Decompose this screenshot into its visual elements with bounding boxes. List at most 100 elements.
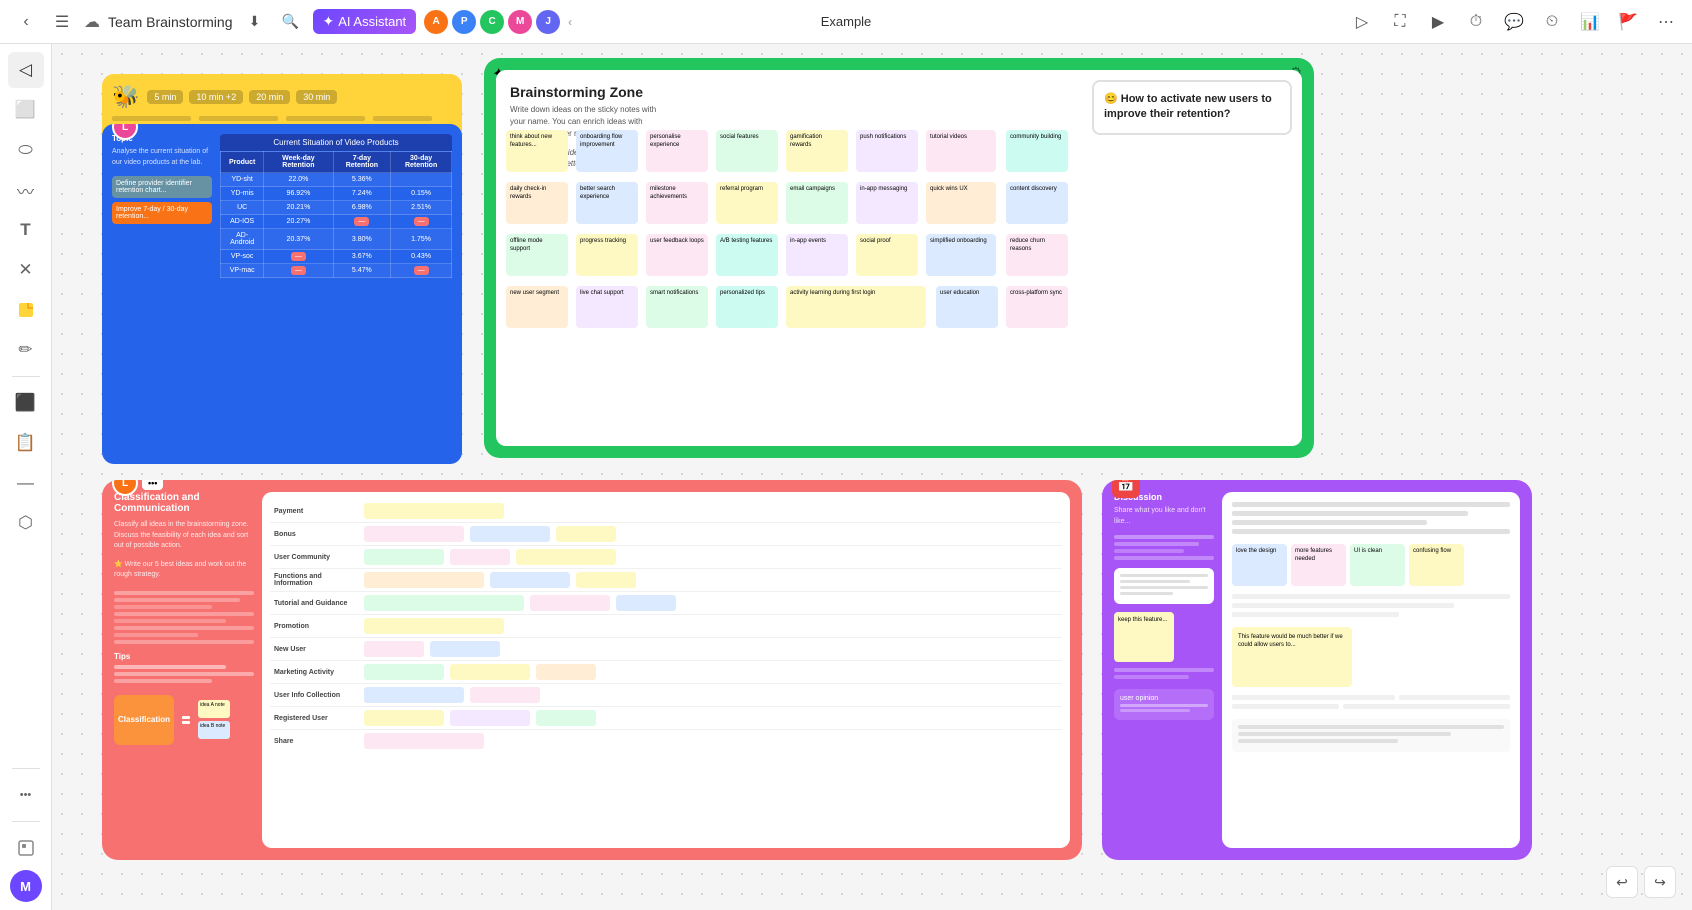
sticky-19: user feedback loops xyxy=(646,234,708,276)
sidebar-user-avatar[interactable]: M xyxy=(10,870,42,902)
cell-7day: 5.36% xyxy=(333,173,391,187)
timer-button[interactable]: ⏱ xyxy=(1462,8,1490,36)
sidebar-select[interactable]: ◁ xyxy=(8,52,44,88)
cell-weekday: 22.0% xyxy=(264,173,333,187)
back-button[interactable]: ‹ xyxy=(12,8,40,36)
cell-weekday: — xyxy=(264,250,333,264)
canvas-area[interactable]: 🐝 5 min 10 min +2 20 min 30 min xyxy=(52,44,1692,910)
sticky-9: daily check-in rewards xyxy=(506,182,568,224)
frame-purple: 📅 Discussion Share what you like and don… xyxy=(1102,480,1532,860)
comment-button[interactable]: 💬 xyxy=(1500,8,1528,36)
flow-label-collection: User Info Collection xyxy=(270,684,360,707)
document-title: Team Brainstorming xyxy=(108,14,233,30)
sticky-12: referral program xyxy=(716,182,778,224)
cell-weekday: 20.37% xyxy=(264,229,333,250)
sticky-13: email campaigns xyxy=(786,182,848,224)
purple-bottom-notes2 xyxy=(1232,704,1510,709)
sticky-27: smart notifications xyxy=(646,286,708,328)
bottom-toolbar: ↩ ↪ xyxy=(1606,866,1676,898)
flow-row-tutorial: Tutorial and Guidance xyxy=(270,592,1062,615)
flow-bars-promotion xyxy=(360,615,1062,638)
sidebar-more[interactable]: ••• xyxy=(8,777,44,813)
redo-button[interactable]: ↪ xyxy=(1644,866,1676,898)
flag-button[interactable]: 🚩 xyxy=(1614,8,1642,36)
class-sticky-2: idea B note xyxy=(198,721,230,739)
blue-content: Topic Analyse the current situation of o… xyxy=(112,134,452,454)
download-button[interactable]: ⬇ xyxy=(241,8,269,36)
expand-button[interactable]: ▷ xyxy=(1348,8,1376,36)
avatar-4[interactable]: M xyxy=(508,10,532,34)
sidebar-divider-tool[interactable]: — xyxy=(8,465,44,501)
divider-2 xyxy=(12,768,40,769)
sticky-11: milestone achievements xyxy=(646,182,708,224)
frame-blue: L Topic Analyse the current situation of… xyxy=(102,124,462,464)
main-question: 😊 How to activate new users to improve t… xyxy=(1092,80,1292,135)
flow-row-functions: Functions and Information xyxy=(270,569,1062,592)
orange-frame-header: L ••• xyxy=(112,480,163,496)
purple-comment xyxy=(1232,719,1510,752)
undo-button[interactable]: ↩ xyxy=(1606,866,1638,898)
present-button[interactable]: ⛶ xyxy=(1386,8,1414,36)
sidebar-table[interactable]: ⬛ xyxy=(8,385,44,421)
col-weekday: Week-day Retention xyxy=(264,152,333,173)
ai-assistant-button[interactable]: ✦ AI Assistant xyxy=(313,9,417,34)
search-button[interactable]: 🔍 xyxy=(277,8,305,36)
blue-frame-avatar: L xyxy=(112,124,138,140)
topbar-right: ▷ ⛶ ▶ ⏱ 💬 ⏲ 📊 🚩 ⋯ xyxy=(1348,8,1680,36)
sidebar-eraser[interactable]: ✕ xyxy=(8,252,44,288)
flow-bars-functions xyxy=(360,569,1062,592)
flow-bars-registered xyxy=(360,707,1062,730)
sticky-7: tutorial videos xyxy=(926,130,996,172)
avatar-5[interactable]: J xyxy=(536,10,560,34)
sticky-28: personalized tips xyxy=(716,286,778,328)
flow-label-community: User Community xyxy=(270,546,360,569)
sidebar-template[interactable]: 📋 xyxy=(8,425,44,461)
sidebar-draw[interactable]: ✏ xyxy=(8,332,44,368)
sidebar-board[interactable] xyxy=(8,830,44,866)
sticky-6: push notifications xyxy=(856,130,918,172)
history-button[interactable]: ⏲ xyxy=(1538,8,1566,36)
blue-table-title: Current Situation of Video Products xyxy=(220,134,452,151)
orange-content: Classification and Communication Classif… xyxy=(114,492,1070,848)
sidebar-pen[interactable]: 〰 xyxy=(8,172,44,208)
flow-table: Payment Bonus xyxy=(270,500,1062,752)
sidebar-frame[interactable]: ⬜ xyxy=(8,92,44,128)
orange-frame-more: ••• xyxy=(142,480,163,490)
menu-button[interactable]: ☰ xyxy=(48,8,76,36)
sidebar-text[interactable]: T xyxy=(8,212,44,248)
p-sticky-big: This feature would be much better if we … xyxy=(1232,627,1352,687)
left-sidebar: ◁ ⬜ ⬭ 〰 T ✕ ✏ ⬛ 📋 — ⬡ ••• M xyxy=(0,44,52,910)
avatar-2[interactable]: P xyxy=(452,10,476,34)
avatar-3[interactable]: C xyxy=(480,10,504,34)
flow-row-marketing: Marketing Activity xyxy=(270,661,1062,684)
flow-bars-payment xyxy=(360,500,1062,523)
orange-sidebar: Classification and Communication Classif… xyxy=(114,492,254,848)
sidebar-shape[interactable]: ⬭ xyxy=(8,132,44,168)
avatar-1[interactable]: A xyxy=(424,10,448,34)
cell-weekday: 20.21% xyxy=(264,201,333,215)
blue-table: Product Week-day Retention 7-day Retenti… xyxy=(220,151,452,278)
sticky-14: in-app messaging xyxy=(856,182,918,224)
cloud-icon: ☁ xyxy=(84,12,100,32)
cell-weekday: — xyxy=(264,264,333,278)
flow-bars-newuser xyxy=(360,638,1062,661)
sticky-16: content discovery xyxy=(1006,182,1068,224)
purple-frame-calendar: 📅 xyxy=(1112,480,1140,498)
chart-button[interactable]: 📊 xyxy=(1576,8,1604,36)
tag-30min: 30 min xyxy=(296,90,337,104)
sticky-29: activity learning during first login xyxy=(786,286,926,328)
classification-group: Classification idea A note idea B note xyxy=(114,695,254,745)
avatars-more[interactable]: ‹ xyxy=(568,15,572,29)
sticky-5: gamification rewards xyxy=(786,130,848,172)
flow-row-bonus: Bonus xyxy=(270,523,1062,546)
flow-label-promotion: Promotion xyxy=(270,615,360,638)
play-button[interactable]: ▶ xyxy=(1424,8,1452,36)
flow-bars-bonus xyxy=(360,523,1062,546)
purple-subtitle: Share what you like and don't like... xyxy=(1114,506,1214,527)
more-button[interactable]: ⋯ xyxy=(1652,8,1680,36)
flow-label-registered: Registered User xyxy=(270,707,360,730)
sidebar-plugin[interactable]: ⬡ xyxy=(8,505,44,541)
flow-label-share: Share xyxy=(270,730,360,753)
sidebar-sticky[interactable] xyxy=(8,292,44,328)
sticky-26: live chat support xyxy=(576,286,638,328)
